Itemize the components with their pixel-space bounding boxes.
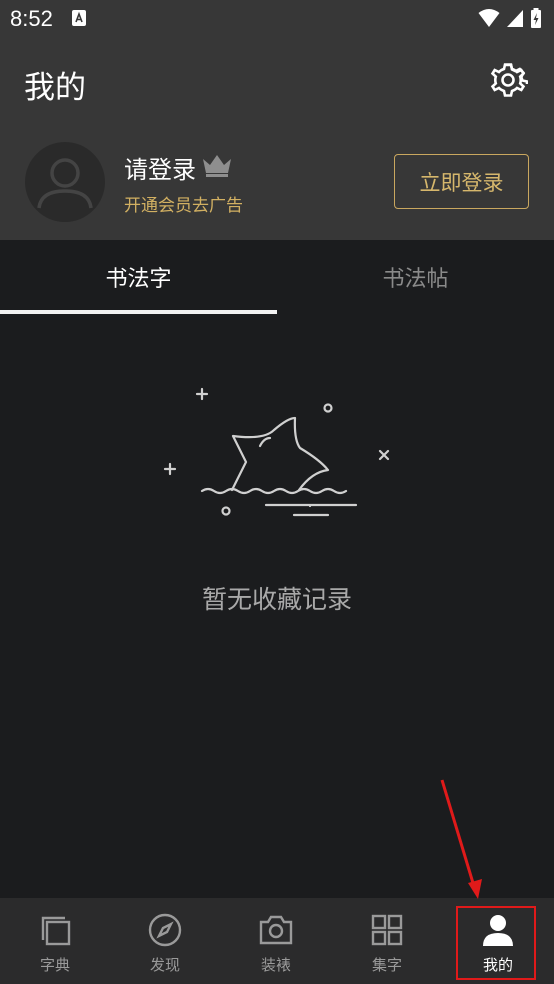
wifi-icon [478, 9, 500, 27]
grid-icon [371, 914, 403, 946]
status-bar: 8:52 [0, 0, 554, 38]
nav-item-mounting[interactable]: 装裱 [221, 898, 331, 984]
nav-label: 集字 [371, 956, 402, 974]
tab-bar: 书法字 书法帖 [0, 240, 554, 314]
login-button[interactable]: 立即登录 [394, 154, 529, 209]
settings-gear-icon[interactable] [488, 60, 529, 100]
nav-label: 字典 [39, 956, 70, 974]
accessibility-icon [72, 10, 86, 26]
avatar[interactable] [25, 142, 105, 222]
layers-icon [41, 916, 71, 946]
status-time: 8:52 [10, 6, 53, 31]
camera-icon [259, 915, 293, 945]
battery-icon [531, 8, 541, 28]
signal-icon [507, 10, 523, 27]
empty-message: 暂无收藏记录 [201, 585, 352, 614]
login-prompt[interactable]: 请登录 [124, 150, 196, 185]
tab-calligraphy-copybooks[interactable]: 书法帖 [277, 240, 554, 314]
vip-link[interactable]: 开通会员去广告 [124, 191, 243, 216]
crown-icon [203, 155, 231, 177]
nav-item-collect-characters[interactable]: 集字 [332, 898, 442, 984]
nav-label: 装裱 [260, 956, 291, 974]
empty-starfish-icon [163, 387, 390, 517]
nav-item-dictionary[interactable]: 字典 [0, 898, 110, 984]
tab-calligraphy-characters[interactable]: 书法字 [0, 240, 277, 314]
arrow-icon [440, 779, 482, 899]
page-title: 我的 [24, 70, 86, 106]
compass-icon [148, 913, 182, 947]
highlight-box [456, 906, 536, 980]
nav-item-discover[interactable]: 发现 [110, 898, 220, 984]
tab-indicator [0, 310, 277, 314]
nav-label: 发现 [149, 956, 180, 974]
